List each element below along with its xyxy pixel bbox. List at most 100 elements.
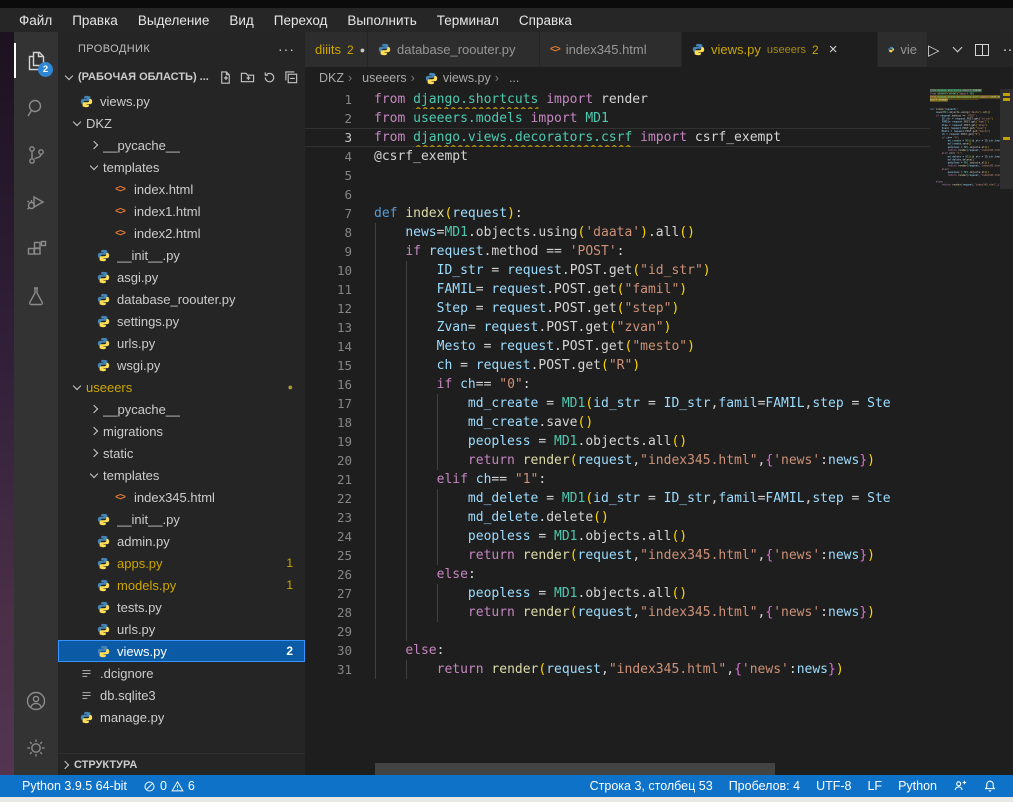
refresh-icon[interactable] bbox=[262, 70, 277, 85]
tree-item-useeers[interactable]: useeers● bbox=[58, 376, 305, 398]
tab-diiits[interactable]: diiits2● bbox=[305, 32, 368, 67]
tree-item-manage-py[interactable]: manage.py bbox=[58, 706, 305, 728]
split-editor-icon[interactable] bbox=[975, 44, 989, 56]
code-line-22[interactable]: 22 md_delete = MD1(id_str = ID_str,famil… bbox=[305, 489, 930, 508]
menu-item-selection[interactable]: Выделение bbox=[129, 11, 219, 30]
code-line-10[interactable]: 10 ID_str = request.POST.get("id_str") bbox=[305, 261, 930, 280]
tree-item-init-py[interactable]: __init__.py bbox=[58, 508, 305, 530]
code-line-2[interactable]: 2from useeers.models import MD1 bbox=[305, 109, 930, 128]
outline-section-header[interactable]: СТРУКТУРА bbox=[58, 753, 305, 775]
code-line-11[interactable]: 11 FAMIL= request.POST.get("famil") bbox=[305, 280, 930, 299]
tree-item-dkz[interactable]: DKZ bbox=[58, 112, 305, 134]
code-line-1[interactable]: 1from django.shortcuts import render bbox=[305, 90, 930, 109]
explorer-more-icon[interactable]: ··· bbox=[278, 41, 295, 57]
tree-item-settings-py[interactable]: settings.py bbox=[58, 310, 305, 332]
tree-item-index-html[interactable]: <>index.html bbox=[58, 178, 305, 200]
tree-item-pycache[interactable]: __pycache__ bbox=[58, 134, 305, 156]
tab-views-py[interactable]: views.pyuseeers2× bbox=[682, 32, 878, 67]
activity-run-debug[interactable] bbox=[14, 178, 58, 225]
menu-item-help[interactable]: Справка bbox=[510, 11, 581, 30]
code-line-19[interactable]: 19 peopless = MD1.objects.all() bbox=[305, 432, 930, 451]
code-line-26[interactable]: 26 else: bbox=[305, 565, 930, 584]
notifications-bell-icon[interactable] bbox=[975, 775, 1005, 797]
collapse-all-icon[interactable] bbox=[284, 70, 299, 85]
code-line-30[interactable]: 30 else: bbox=[305, 641, 930, 660]
tree-item-index345-html[interactable]: <>index345.html bbox=[58, 486, 305, 508]
code-line-16[interactable]: 16 if ch== "0": bbox=[305, 375, 930, 394]
new-file-icon[interactable] bbox=[218, 70, 233, 85]
tree-item-pycache[interactable]: __pycache__ bbox=[58, 398, 305, 420]
code-line-29[interactable]: 29 bbox=[305, 622, 930, 641]
code-line-13[interactable]: 13 Zvan= request.POST.get("zvan") bbox=[305, 318, 930, 337]
code-line-31[interactable]: 31 return render(request,"index345.html"… bbox=[305, 660, 930, 679]
activity-extensions[interactable] bbox=[14, 225, 58, 272]
breadcrumb-item-views-py[interactable]: views.py bbox=[411, 71, 491, 85]
language-mode[interactable]: Python bbox=[890, 775, 945, 797]
code-line-3[interactable]: 3from django.views.decorators.csrf impor… bbox=[305, 128, 930, 147]
tree-item-database-roouter-py[interactable]: database_roouter.py bbox=[58, 288, 305, 310]
tree-item-migrations[interactable]: migrations bbox=[58, 420, 305, 442]
tree-item-urls-py[interactable]: urls.py bbox=[58, 332, 305, 354]
tab-database-roouter-py[interactable]: database_roouter.py bbox=[368, 32, 540, 67]
tree-item-index2-html[interactable]: <>index2.html bbox=[58, 222, 305, 244]
activity-account[interactable] bbox=[14, 677, 58, 724]
tree-item-views-py[interactable]: views.py bbox=[58, 90, 305, 112]
tree-item-db-sqlite3[interactable]: db.sqlite3 bbox=[58, 684, 305, 706]
tree-item-templates[interactable]: templates bbox=[58, 464, 305, 486]
code-line-28[interactable]: 28 return render(request,"index345.html"… bbox=[305, 603, 930, 622]
encoding[interactable]: UTF-8 bbox=[808, 775, 859, 797]
activity-source-control[interactable] bbox=[14, 131, 58, 178]
feedback-icon[interactable] bbox=[945, 775, 975, 797]
menu-item-terminal[interactable]: Терминал bbox=[428, 11, 508, 30]
overview-ruler[interactable] bbox=[1000, 89, 1013, 775]
menu-item-view[interactable]: Вид bbox=[220, 11, 262, 30]
tree-item-static[interactable]: static bbox=[58, 442, 305, 464]
indentation[interactable]: Пробелов: 4 bbox=[721, 775, 808, 797]
tree-item-views-py[interactable]: views.py2 bbox=[58, 640, 305, 662]
new-folder-icon[interactable] bbox=[240, 70, 255, 85]
menu-item-go[interactable]: Переход bbox=[265, 11, 337, 30]
tree-item-init-py[interactable]: __init__.py bbox=[58, 244, 305, 266]
code-line-23[interactable]: 23 md_delete.delete() bbox=[305, 508, 930, 527]
breadcrumb-item-dkz[interactable]: DKZ bbox=[319, 71, 344, 85]
activity-settings[interactable] bbox=[14, 724, 58, 771]
tree-item-tests-py[interactable]: tests.py bbox=[58, 596, 305, 618]
code-line-24[interactable]: 24 peopless = MD1.objects.all() bbox=[305, 527, 930, 546]
code-line-12[interactable]: 12 Step = request.POST.get("step") bbox=[305, 299, 930, 318]
horizontal-scrollbar[interactable] bbox=[375, 763, 775, 775]
more-icon[interactable]: ··· bbox=[1003, 41, 1013, 58]
code-line-18[interactable]: 18 md_create.save() bbox=[305, 413, 930, 432]
eol-sequence[interactable]: LF bbox=[859, 775, 890, 797]
python-interpreter[interactable]: Python 3.9.5 64-bit bbox=[14, 775, 135, 797]
code-line-7[interactable]: 7def index(request): bbox=[305, 204, 930, 223]
tree-item-admin-py[interactable]: admin.py bbox=[58, 530, 305, 552]
breadcrumb-item-useeers[interactable]: useeers bbox=[348, 71, 407, 85]
close-icon[interactable]: × bbox=[829, 41, 838, 58]
code-line-20[interactable]: 20 return render(request,"index345.html"… bbox=[305, 451, 930, 470]
code-line-5[interactable]: 5 bbox=[305, 166, 930, 185]
code-line-15[interactable]: 15 ch = request.POST.get("R") bbox=[305, 356, 930, 375]
tab-index345-html[interactable]: <>index345.html bbox=[540, 32, 682, 67]
menu-item-file[interactable]: Файл bbox=[10, 11, 61, 30]
breadcrumb-item-[interactable]: ... bbox=[495, 71, 520, 85]
code-line-25[interactable]: 25 return render(request,"index345.html"… bbox=[305, 546, 930, 565]
tree-item-models-py[interactable]: models.py1 bbox=[58, 574, 305, 596]
activity-testing[interactable] bbox=[14, 272, 58, 319]
cursor-position[interactable]: Строка 3, столбец 53 bbox=[582, 775, 721, 797]
menu-item-edit[interactable]: Правка bbox=[63, 11, 127, 30]
tree-item-urls-py[interactable]: urls.py bbox=[58, 618, 305, 640]
run-icon[interactable]: ▷ bbox=[928, 41, 940, 59]
workspace-section-header[interactable]: (РАБОЧАЯ ОБЛАСТЬ) ... bbox=[58, 66, 305, 88]
code-line-27[interactable]: 27 peopless = MD1.objects.all() bbox=[305, 584, 930, 603]
code-line-9[interactable]: 9 if request.method == 'POST': bbox=[305, 242, 930, 261]
activity-explorer[interactable]: 2 bbox=[14, 37, 58, 84]
tree-item-wsgi-py[interactable]: wsgi.py bbox=[58, 354, 305, 376]
minimap[interactable]: from django.shortcuts import renderfrom … bbox=[930, 89, 1000, 775]
code-line-8[interactable]: 8 news=MD1.objects.using('daata').all() bbox=[305, 223, 930, 242]
problems-indicator[interactable]: 0 6 bbox=[135, 775, 203, 797]
code-editor[interactable]: 1from django.shortcuts import render2fro… bbox=[305, 89, 1013, 775]
code-line-6[interactable]: 6 bbox=[305, 185, 930, 204]
tree-item-asgi-py[interactable]: asgi.py bbox=[58, 266, 305, 288]
code-line-21[interactable]: 21 elif ch== "1": bbox=[305, 470, 930, 489]
tree-item-templates[interactable]: templates bbox=[58, 156, 305, 178]
